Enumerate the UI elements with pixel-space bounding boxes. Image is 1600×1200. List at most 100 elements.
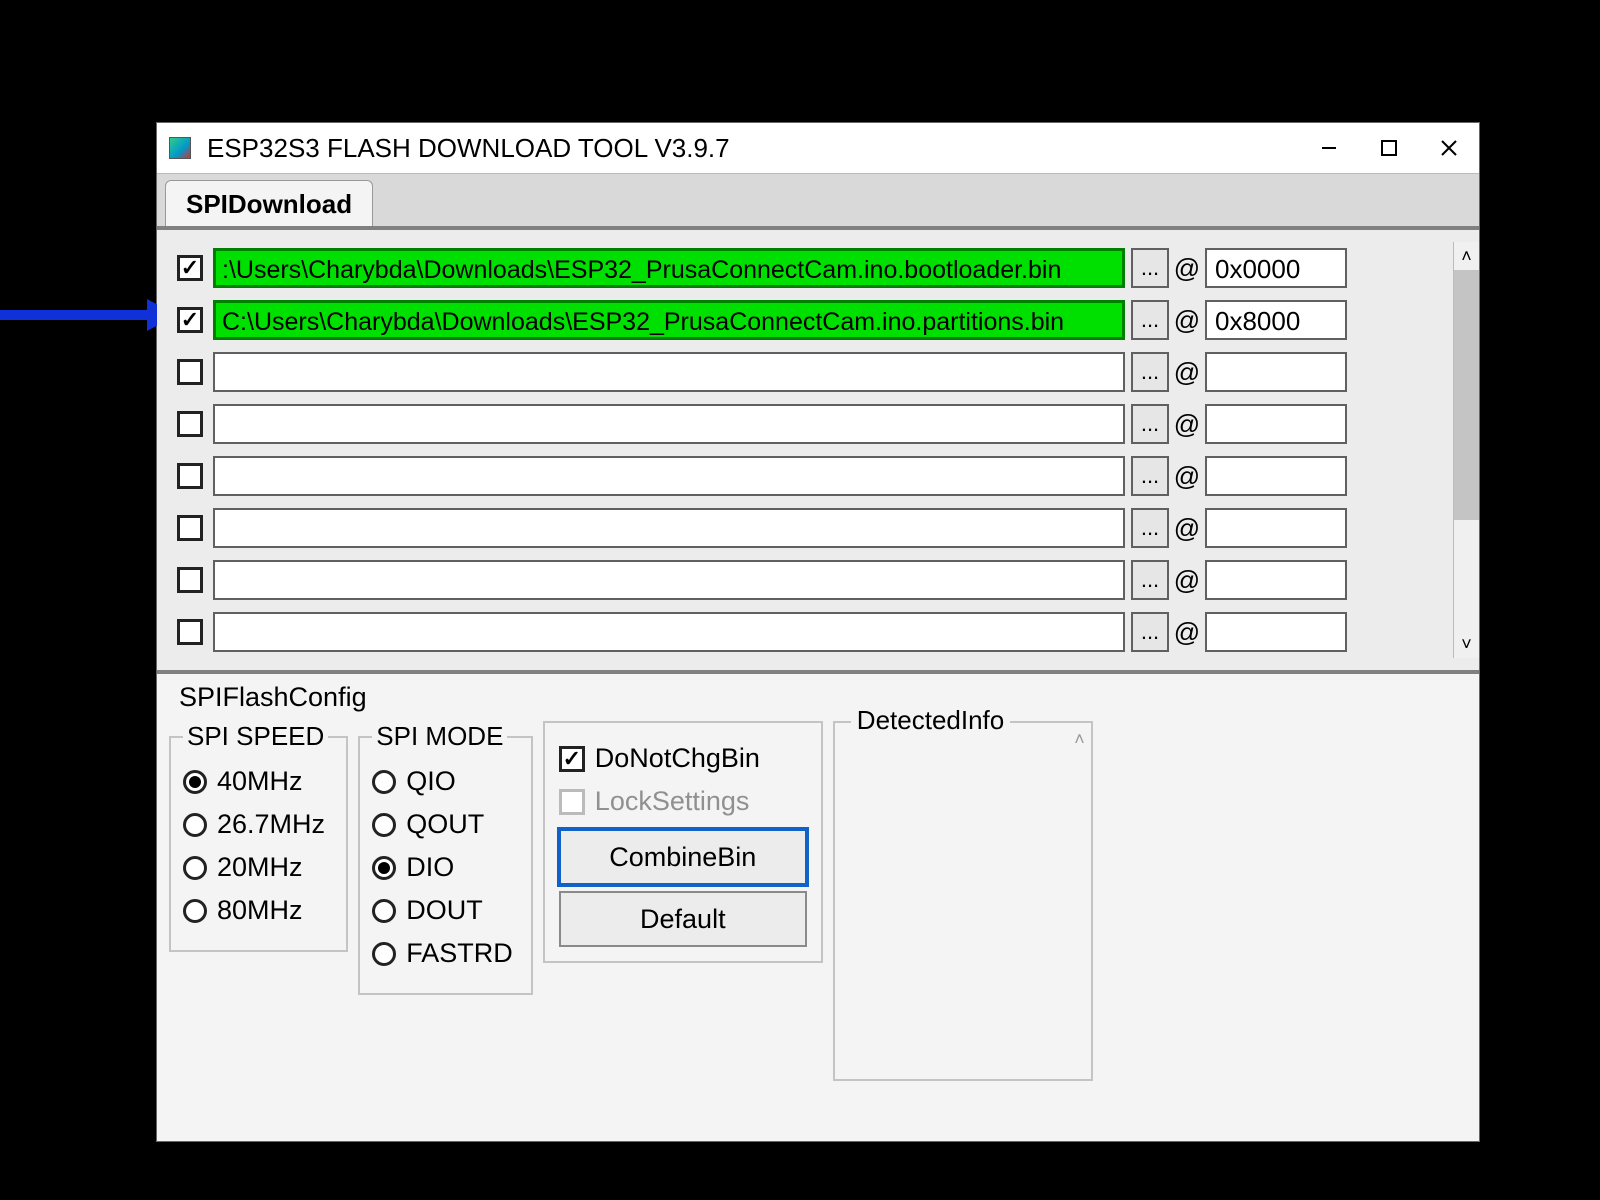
row-checkbox[interactable]: [177, 359, 203, 385]
row-checkbox[interactable]: [177, 515, 203, 541]
radio-icon: [372, 856, 396, 880]
radio-label: 20MHz: [217, 852, 303, 883]
tab-row: SPIDownload: [157, 173, 1479, 230]
radio-icon: [183, 899, 207, 923]
spi-speed-radio-80MHz[interactable]: 80MHz: [183, 889, 328, 932]
spi-mode-radio-QOUT[interactable]: QOUT: [372, 803, 513, 846]
row-checkbox[interactable]: ✓: [177, 255, 203, 281]
file-row: ...@: [177, 450, 1453, 502]
scroll-down-icon[interactable]: ˅: [1454, 630, 1479, 658]
browse-button[interactable]: ...: [1131, 508, 1169, 548]
detected-info-panel: DetectedInfo ˄: [833, 721, 1093, 1081]
address-field[interactable]: [1205, 560, 1347, 600]
donotchgbin-checkbox[interactable]: ✓ DoNotChgBin: [559, 737, 807, 780]
row-checkbox[interactable]: [177, 619, 203, 645]
spi-mode-radio-DIO[interactable]: DIO: [372, 846, 513, 889]
combinebin-button[interactable]: CombineBin: [559, 829, 807, 885]
radio-label: 80MHz: [217, 895, 303, 926]
file-path-field[interactable]: [213, 456, 1125, 496]
row-checkbox[interactable]: ✓: [177, 307, 203, 333]
address-field[interactable]: [1205, 404, 1347, 444]
row-checkbox[interactable]: [177, 567, 203, 593]
spi-speed-legend: SPI SPEED: [183, 721, 328, 752]
scroll-thumb[interactable]: [1454, 270, 1479, 520]
spi-mode-radio-QIO[interactable]: QIO: [372, 760, 513, 803]
misc-group: ✓ DoNotChgBin LockSettings CombineBin De…: [543, 721, 823, 963]
file-path-field[interactable]: :\Users\Charybda\Downloads\ESP32_PrusaCo…: [213, 248, 1125, 288]
address-field[interactable]: 0x0000: [1205, 248, 1347, 288]
radio-icon: [183, 856, 207, 880]
app-window: ESP32S3 FLASH DOWNLOAD TOOL V3.9.7 SPIDo…: [156, 122, 1480, 1142]
app-icon: [169, 137, 191, 159]
radio-label: 40MHz: [217, 766, 303, 797]
file-path-field[interactable]: [213, 560, 1125, 600]
file-row: ...@: [177, 606, 1453, 658]
file-path-field[interactable]: [213, 612, 1125, 652]
maximize-button[interactable]: [1359, 123, 1419, 173]
spi-flash-config: SPIFlashConfig SPI SPEED 40MHz 26.7MHz 20M…: [157, 674, 1479, 1141]
spi-mode-legend: SPI MODE: [372, 721, 507, 752]
browse-button[interactable]: ...: [1131, 352, 1169, 392]
at-symbol: @: [1173, 617, 1201, 648]
spi-mode-radio-DOUT[interactable]: DOUT: [372, 889, 513, 932]
file-row: ...@: [177, 554, 1453, 606]
close-button[interactable]: [1419, 123, 1479, 173]
address-field[interactable]: [1205, 508, 1347, 548]
radio-icon: [372, 899, 396, 923]
address-field[interactable]: 0x8000: [1205, 300, 1347, 340]
radio-label: DIO: [406, 852, 454, 883]
at-symbol: @: [1173, 253, 1201, 284]
file-path-field[interactable]: [213, 352, 1125, 392]
detected-info-legend: DetectedInfo: [851, 705, 1010, 736]
address-field[interactable]: [1205, 456, 1347, 496]
browse-button[interactable]: ...: [1131, 612, 1169, 652]
file-path-field[interactable]: [213, 404, 1125, 444]
titlebar: ESP32S3 FLASH DOWNLOAD TOOL V3.9.7: [157, 123, 1479, 173]
minimize-button[interactable]: [1299, 123, 1359, 173]
detected-scroll-up-icon[interactable]: ˄: [1074, 729, 1085, 750]
tab-spidownload[interactable]: SPIDownload: [165, 180, 373, 226]
file-row: ...@: [177, 502, 1453, 554]
spi-speed-radio-40MHz[interactable]: 40MHz: [183, 760, 328, 803]
row-checkbox[interactable]: [177, 411, 203, 437]
at-symbol: @: [1173, 565, 1201, 596]
at-symbol: @: [1173, 357, 1201, 388]
address-field[interactable]: [1205, 352, 1347, 392]
at-symbol: @: [1173, 409, 1201, 440]
radio-label: QOUT: [406, 809, 484, 840]
default-button[interactable]: Default: [559, 891, 807, 947]
browse-button[interactable]: ...: [1131, 456, 1169, 496]
radio-label: 26.7MHz: [217, 809, 325, 840]
at-symbol: @: [1173, 461, 1201, 492]
spi-speed-radio-26-7MHz[interactable]: 26.7MHz: [183, 803, 328, 846]
browse-button[interactable]: ...: [1131, 404, 1169, 444]
locksettings-checkbox: LockSettings: [559, 780, 807, 823]
spi-speed-group: SPI SPEED 40MHz 26.7MHz 20MHz 80MHz: [169, 721, 348, 952]
file-row: ✓ C:\Users\Charybda\Downloads\ESP32_Prusa…: [177, 294, 1453, 346]
file-path-field[interactable]: [213, 508, 1125, 548]
radio-label: FASTRD: [406, 938, 513, 969]
radio-label: QIO: [406, 766, 456, 797]
radio-icon: [183, 813, 207, 837]
row-checkbox[interactable]: [177, 463, 203, 489]
radio-icon: [372, 942, 396, 966]
radio-icon: [372, 813, 396, 837]
file-row: ...@: [177, 346, 1453, 398]
address-field[interactable]: [1205, 612, 1347, 652]
donotchgbin-label: DoNotChgBin: [595, 743, 760, 774]
browse-button[interactable]: ...: [1131, 300, 1169, 340]
spi-speed-radio-20MHz[interactable]: 20MHz: [183, 846, 328, 889]
radio-label: DOUT: [406, 895, 483, 926]
window-title: ESP32S3 FLASH DOWNLOAD TOOL V3.9.7: [207, 133, 1299, 164]
browse-button[interactable]: ...: [1131, 560, 1169, 600]
browse-button[interactable]: ...: [1131, 248, 1169, 288]
radio-icon: [372, 770, 396, 794]
annotation-arrow: [0, 295, 177, 335]
spi-mode-radio-FASTRD[interactable]: FASTRD: [372, 932, 513, 975]
file-row: ...@: [177, 398, 1453, 450]
radio-icon: [183, 770, 207, 794]
config-section-title: SPIFlashConfig: [169, 678, 1467, 721]
file-list-scrollbar[interactable]: ˄ ˅: [1453, 242, 1479, 658]
scroll-up-icon[interactable]: ˄: [1454, 242, 1479, 270]
file-path-field[interactable]: C:\Users\Charybda\Downloads\ESP32_PrusaC…: [213, 300, 1125, 340]
